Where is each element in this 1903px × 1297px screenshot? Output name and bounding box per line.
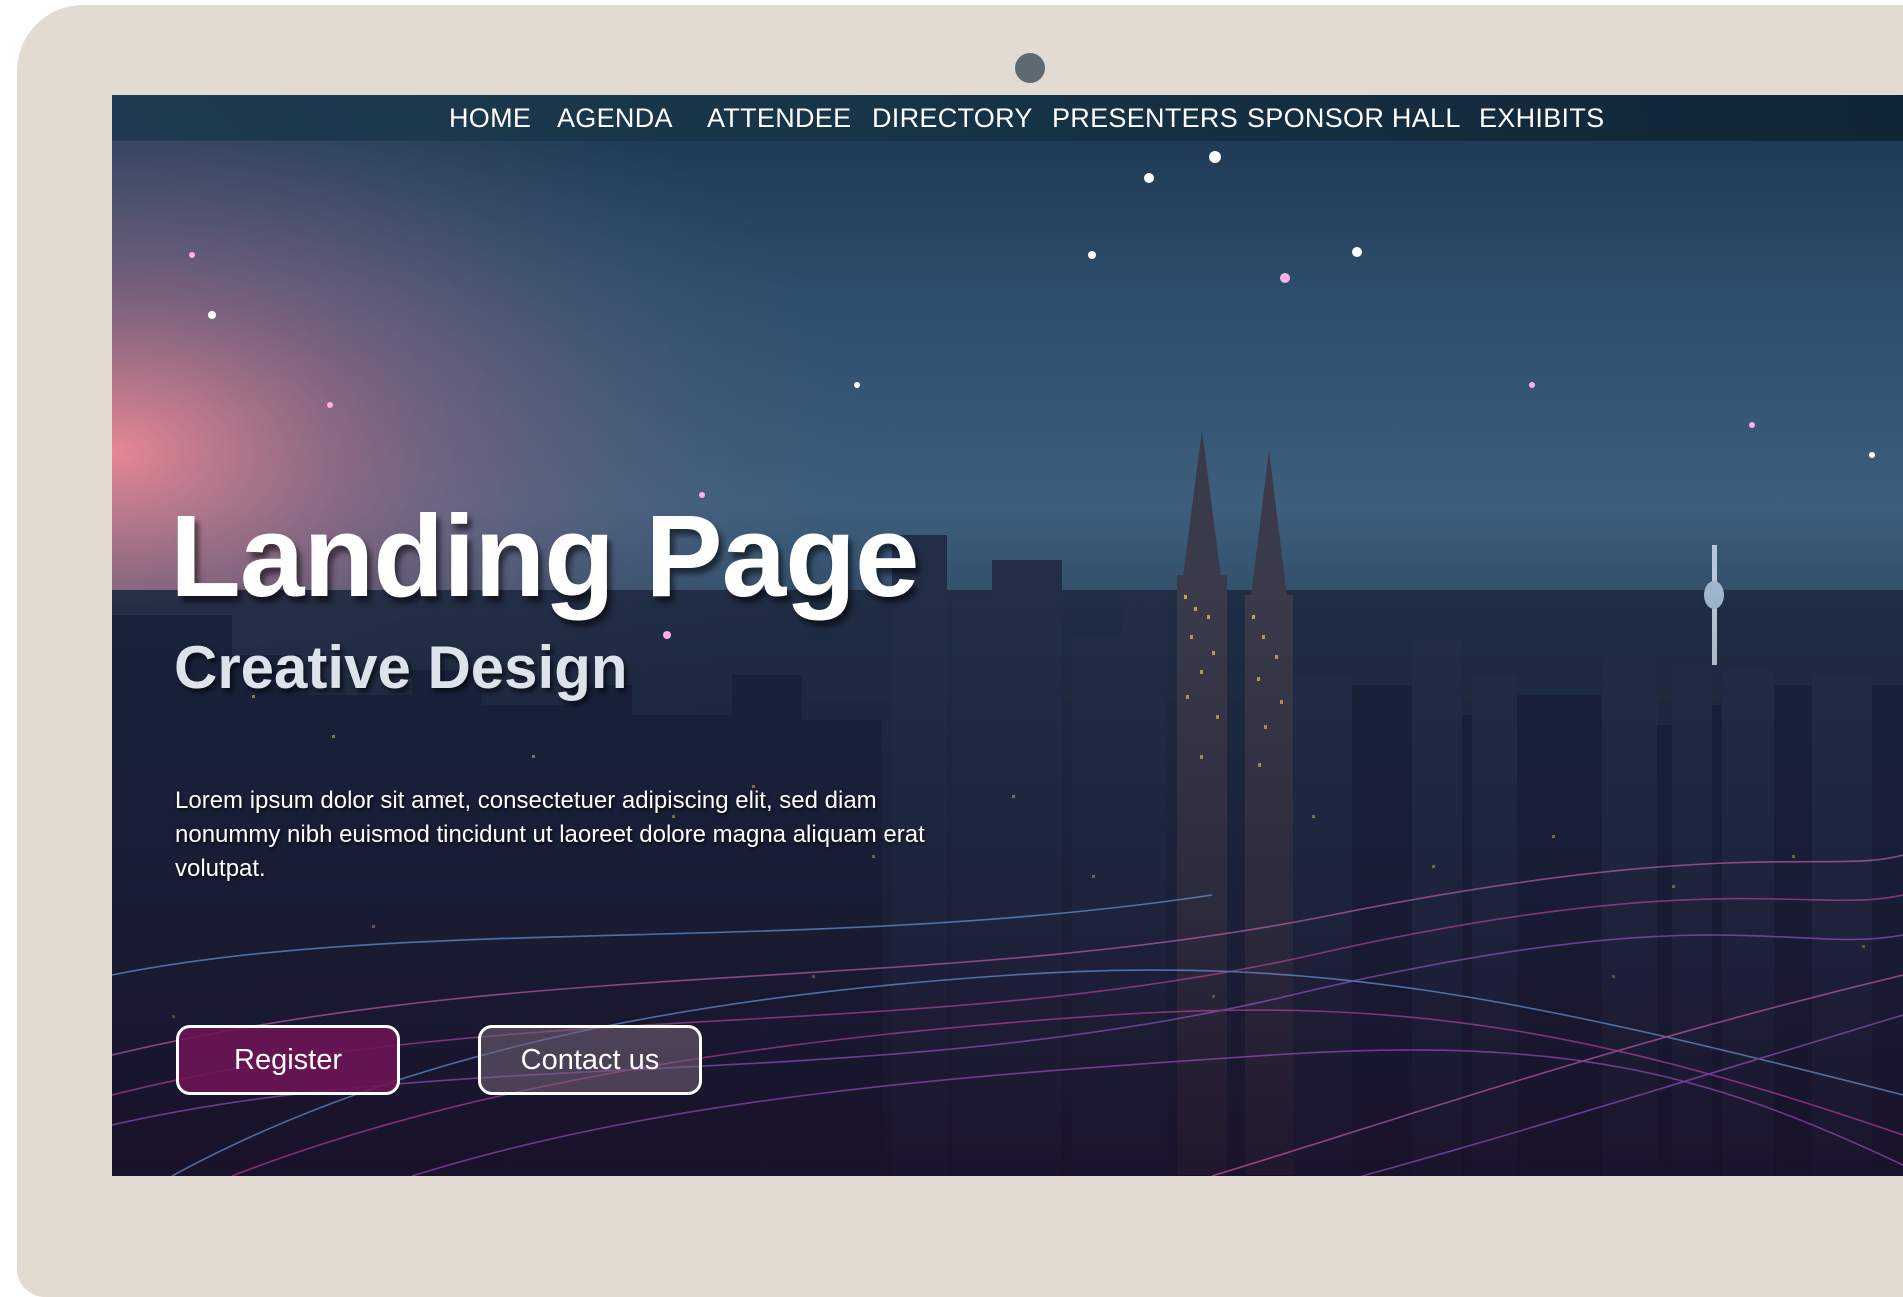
- nav-item-presenters[interactable]: PRESENTERS: [1052, 95, 1238, 141]
- nav-item-directory[interactable]: DIRECTORY: [872, 95, 1033, 141]
- landing-page-screen: HOME AGENDA ATTENDEE DIRECTORY PRESENTER…: [112, 95, 1903, 1176]
- nav-item-agenda[interactable]: AGENDA: [557, 95, 673, 141]
- hero-description: Lorem ipsum dolor sit amet, consectetuer…: [175, 787, 925, 882]
- hero-subtitle: Creative Design: [174, 634, 628, 701]
- webcam-icon: [1015, 53, 1045, 83]
- register-button[interactable]: Register: [176, 1025, 400, 1095]
- top-navigation-bar: HOME AGENDA ATTENDEE DIRECTORY PRESENTER…: [112, 95, 1903, 141]
- contact-us-button[interactable]: Contact us: [478, 1025, 702, 1095]
- nav-item-home[interactable]: HOME: [449, 95, 531, 141]
- hero-title: Landing Page: [170, 491, 920, 621]
- page: HOME AGENDA ATTENDEE DIRECTORY PRESENTER…: [0, 0, 1903, 1297]
- nav-item-sponsor-hall[interactable]: SPONSOR HALL: [1247, 95, 1461, 141]
- nav-item-exhibits[interactable]: EXHIBITS: [1479, 95, 1604, 141]
- nav-item-attendee[interactable]: ATTENDEE: [707, 95, 851, 141]
